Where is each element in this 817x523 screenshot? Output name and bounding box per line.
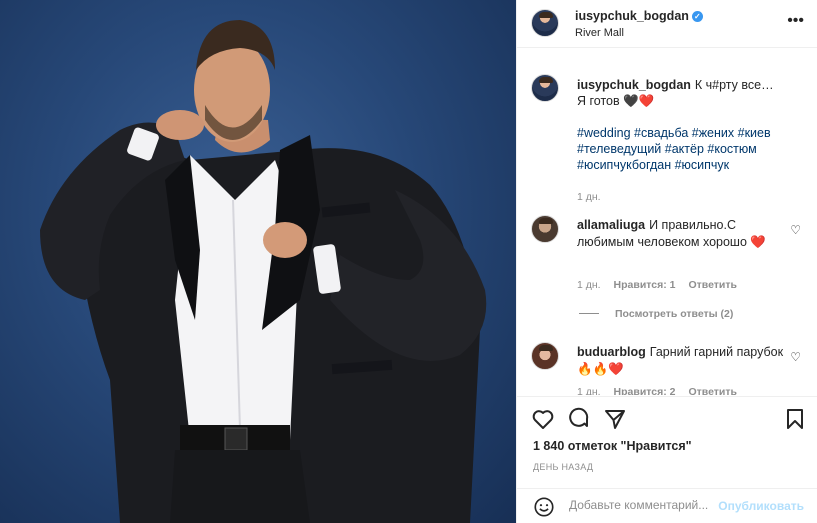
author-username[interactable]: iusypchuk_bogdan ✓: [575, 9, 703, 23]
caption-author-avatar[interactable]: [531, 74, 559, 102]
man-in-suit-image: [40, 20, 487, 523]
comment-meta: 1 дн. Нравится: 2 Ответить: [577, 386, 747, 395]
publish-button[interactable]: Опубликовать: [718, 499, 804, 513]
post-caption: iusypchuk_bogdan К ч#рту все… Я готов 🖤❤️…: [577, 77, 802, 205]
likes-count[interactable]: 1 840 отметок "Нравится": [533, 439, 692, 453]
comment-body: allamaliuga И правильно.С любимым человек…: [577, 217, 787, 251]
post-time-ago[interactable]: ДЕНЬ НАЗАД: [533, 462, 593, 472]
comment-meta: 1 дн. Нравится: 1 Ответить: [577, 279, 747, 291]
comment-likes[interactable]: Нравится: 2: [614, 386, 676, 395]
comment-input[interactable]: [569, 498, 739, 512]
author-avatar[interactable]: [531, 9, 559, 37]
emoji-smile-icon[interactable]: [533, 496, 555, 518]
more-horizontal-icon[interactable]: •••: [787, 13, 804, 29]
comment-likes[interactable]: Нравится: 1: [614, 279, 676, 291]
comment-username[interactable]: allamaliuga: [577, 218, 645, 232]
comment-body: buduarblog Гарний гарний парубок 🔥🔥❤️: [577, 344, 787, 378]
caption-hashtags[interactable]: #wedding #свадьба #жених #киев #телеведу…: [577, 125, 802, 173]
like-heart-icon[interactable]: [531, 407, 555, 431]
post-photo[interactable]: [0, 0, 516, 523]
caption-username[interactable]: iusypchuk_bogdan: [577, 78, 691, 92]
post-header: iusypchuk_bogdan ✓ River Mall •••: [517, 0, 817, 48]
comment-username[interactable]: buduarblog: [577, 345, 646, 359]
post-side-panel: iusypchuk_bogdan ✓ River Mall ••• iusypch…: [516, 0, 817, 523]
reply-button[interactable]: Ответить: [688, 386, 737, 395]
share-paper-plane-icon[interactable]: [603, 407, 627, 431]
view-replies-button[interactable]: Посмотреть ответы (2): [579, 308, 733, 320]
caption-text-line1: К ч#рту все…: [694, 78, 774, 92]
like-comment-heart-icon[interactable]: ♡: [790, 223, 801, 237]
comment-bubble-icon[interactable]: [567, 407, 591, 431]
commenter-avatar[interactable]: [531, 215, 559, 243]
like-comment-heart-icon[interactable]: ♡: [790, 350, 801, 364]
commenter-avatar[interactable]: [531, 342, 559, 370]
caption-age: 1 дн.: [577, 191, 601, 203]
add-comment-bar: Опубликовать: [517, 488, 817, 523]
post-location[interactable]: River Mall: [575, 27, 624, 39]
comment-age: 1 дн.: [577, 279, 601, 291]
verified-badge-icon: ✓: [691, 11, 703, 22]
save-bookmark-icon[interactable]: [783, 407, 807, 431]
caption-text-line2: Я готов 🖤❤️: [577, 94, 655, 108]
comments-list[interactable]: iusypchuk_bogdan К ч#рту все… Я готов 🖤❤️…: [517, 57, 817, 395]
reply-button[interactable]: Ответить: [688, 279, 737, 291]
comment-age: 1 дн.: [577, 386, 601, 395]
